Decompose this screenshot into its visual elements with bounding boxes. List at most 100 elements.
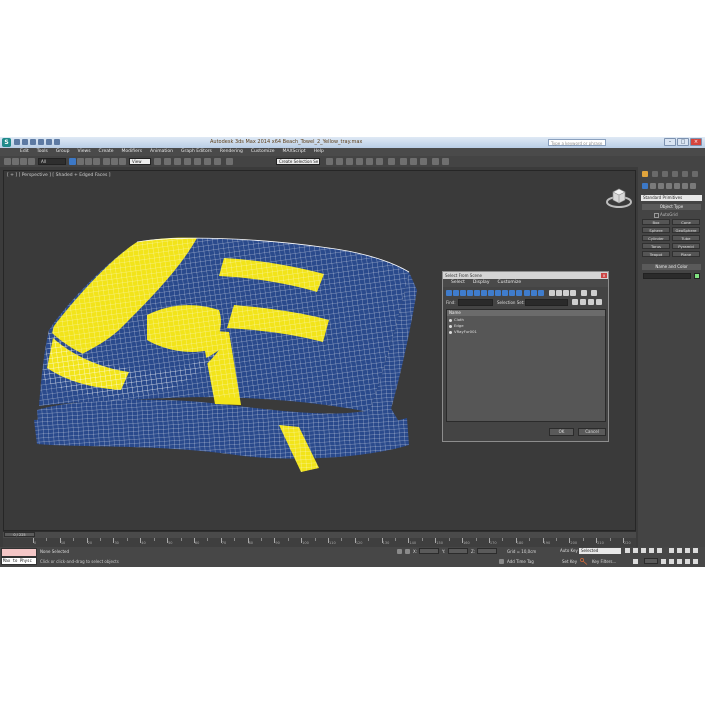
filter-options-icon[interactable] <box>591 290 597 296</box>
viewport-label[interactable]: [ + ] [ Perspective ] [ Shaded + Edged F… <box>7 173 111 178</box>
previous-frame-icon[interactable] <box>633 548 638 553</box>
object-type-rollout[interactable]: Object Type <box>642 204 701 210</box>
spinner-snap-icon[interactable] <box>214 158 221 165</box>
unlink-icon[interactable] <box>28 158 35 165</box>
name-column-header[interactable]: Name <box>447 310 605 316</box>
menu-rendering[interactable]: Rendering <box>216 148 247 156</box>
teapot-button[interactable]: Teapot <box>642 251 670 257</box>
maximize-viewport-icon[interactable] <box>693 559 698 564</box>
go-to-end-icon[interactable] <box>657 548 662 553</box>
find-input[interactable] <box>458 299 493 306</box>
open-file-icon[interactable] <box>22 139 28 145</box>
render-production-icon[interactable] <box>420 158 427 165</box>
tube-button[interactable]: Tube <box>672 235 700 241</box>
app-logo-button[interactable]: S <box>2 138 11 147</box>
maximize-button[interactable]: □ <box>677 138 689 146</box>
new-file-icon[interactable] <box>14 139 20 145</box>
project-folder-icon[interactable] <box>54 139 60 145</box>
schematic-view-icon[interactable] <box>376 158 383 165</box>
menu-graph-editors[interactable]: Graph Editors <box>177 148 216 156</box>
save-file-icon[interactable] <box>30 139 36 145</box>
track-bar[interactable]: 0 10 20 30 40 50 60 70 80 90 100 110 120 130 140 150 160… <box>3 538 636 547</box>
menu-views[interactable]: Views <box>74 148 95 156</box>
auto-key-button[interactable]: Auto Key <box>560 548 578 553</box>
percent-snap-icon[interactable] <box>204 158 211 165</box>
select-all-icon[interactable] <box>549 290 555 296</box>
shapes-category-icon[interactable] <box>650 183 656 189</box>
angle-snap-icon[interactable] <box>194 158 201 165</box>
menu-edit[interactable]: Edit <box>16 148 33 156</box>
zoom-extents-icon[interactable] <box>685 548 690 553</box>
key-mode-dropdown[interactable]: Selected <box>579 548 621 554</box>
display-frozen-icon[interactable] <box>516 290 522 296</box>
select-object-icon[interactable] <box>69 158 76 165</box>
align-icon[interactable] <box>336 158 343 165</box>
undo-icon[interactable] <box>38 139 44 145</box>
menu-tools[interactable]: Tools <box>33 148 52 156</box>
viewcube-icon[interactable] <box>605 186 633 210</box>
menu-modifiers[interactable]: Modifiers <box>118 148 147 156</box>
list-item[interactable]: VRayFur001 <box>447 329 605 335</box>
undo-icon[interactable] <box>4 158 11 165</box>
geometry-category-icon[interactable] <box>642 183 648 189</box>
synchronize-selection-icon[interactable] <box>570 290 576 296</box>
maxscript-listener-output[interactable] <box>1 548 37 557</box>
find-wildcard-icon[interactable] <box>588 299 594 305</box>
sphere-button[interactable]: Sphere <box>642 227 670 233</box>
move-icon[interactable] <box>103 158 110 165</box>
go-to-start-icon[interactable] <box>625 548 630 553</box>
dialog-menu-customize[interactable]: Customize <box>493 279 525 287</box>
key-icon[interactable] <box>580 558 588 565</box>
scene-object-list[interactable]: Name Cloth Edge VRayFur001 <box>446 309 606 422</box>
zoom-extents-all-icon[interactable] <box>693 548 698 553</box>
box-button[interactable]: Box <box>642 219 670 225</box>
primitive-type-dropdown[interactable]: Standard Primitives <box>641 195 702 201</box>
time-slider[interactable]: 0 / 225 <box>3 531 636 538</box>
link-icon[interactable] <box>20 158 27 165</box>
filter-icon[interactable] <box>581 290 587 296</box>
modify-tab-icon[interactable] <box>652 171 658 177</box>
select-none-icon[interactable] <box>556 290 562 296</box>
geosphere-button[interactable]: GeoSphere <box>672 227 700 233</box>
display-cameras-icon[interactable] <box>467 290 473 296</box>
create-tab-icon[interactable] <box>642 171 648 177</box>
time-slider-thumb[interactable]: 0 / 225 <box>4 532 35 537</box>
display-xrefs-icon[interactable] <box>495 290 501 296</box>
x-coordinate-field[interactable] <box>419 548 439 554</box>
maxscript-listener-input[interactable]: Max to Physc <box>1 557 37 565</box>
pyramid-button[interactable]: Pyramid <box>672 243 700 249</box>
rendered-frame-window-icon[interactable] <box>410 158 417 165</box>
hierarchy-icon[interactable] <box>596 299 602 305</box>
mirror-icon[interactable] <box>326 158 333 165</box>
beach-towel-model[interactable] <box>29 230 419 480</box>
display-bones-icon[interactable] <box>502 290 508 296</box>
play-icon[interactable] <box>641 548 646 553</box>
select-invert-icon[interactable] <box>563 290 569 296</box>
close-button[interactable]: × <box>690 138 702 146</box>
menu-group[interactable]: Group <box>52 148 74 156</box>
display-invert-icon[interactable] <box>538 290 544 296</box>
pivot-center-icon[interactable] <box>154 158 161 165</box>
display-lights-icon[interactable] <box>460 290 466 296</box>
display-helpers-icon[interactable] <box>474 290 480 296</box>
autogrid-checkbox[interactable]: AutoGrid <box>654 212 678 218</box>
orbit-icon[interactable] <box>685 559 690 564</box>
display-none-icon[interactable] <box>531 290 537 296</box>
name-and-color-rollout[interactable]: Name and Color <box>642 264 701 270</box>
display-containers-icon[interactable] <box>509 290 515 296</box>
current-frame-field[interactable] <box>644 558 658 564</box>
time-tag-icon[interactable] <box>499 559 504 564</box>
select-by-name-icon[interactable] <box>77 158 84 165</box>
zoom-icon[interactable] <box>669 548 674 553</box>
cancel-button[interactable]: Cancel <box>578 428 606 436</box>
object-name-field[interactable] <box>643 273 691 279</box>
display-geometry-icon[interactable] <box>446 290 452 296</box>
hierarchy-tab-icon[interactable] <box>662 171 668 177</box>
cylinder-button[interactable]: Cylinder <box>642 235 670 241</box>
absolute-mode-icon[interactable] <box>405 549 410 554</box>
render-setup-icon[interactable] <box>400 158 407 165</box>
ok-button[interactable]: OK <box>549 428 574 436</box>
activeshade-icon[interactable] <box>442 158 449 165</box>
utilities-tab-icon[interactable] <box>692 171 698 177</box>
selection-set-dropdown[interactable] <box>525 299 568 306</box>
